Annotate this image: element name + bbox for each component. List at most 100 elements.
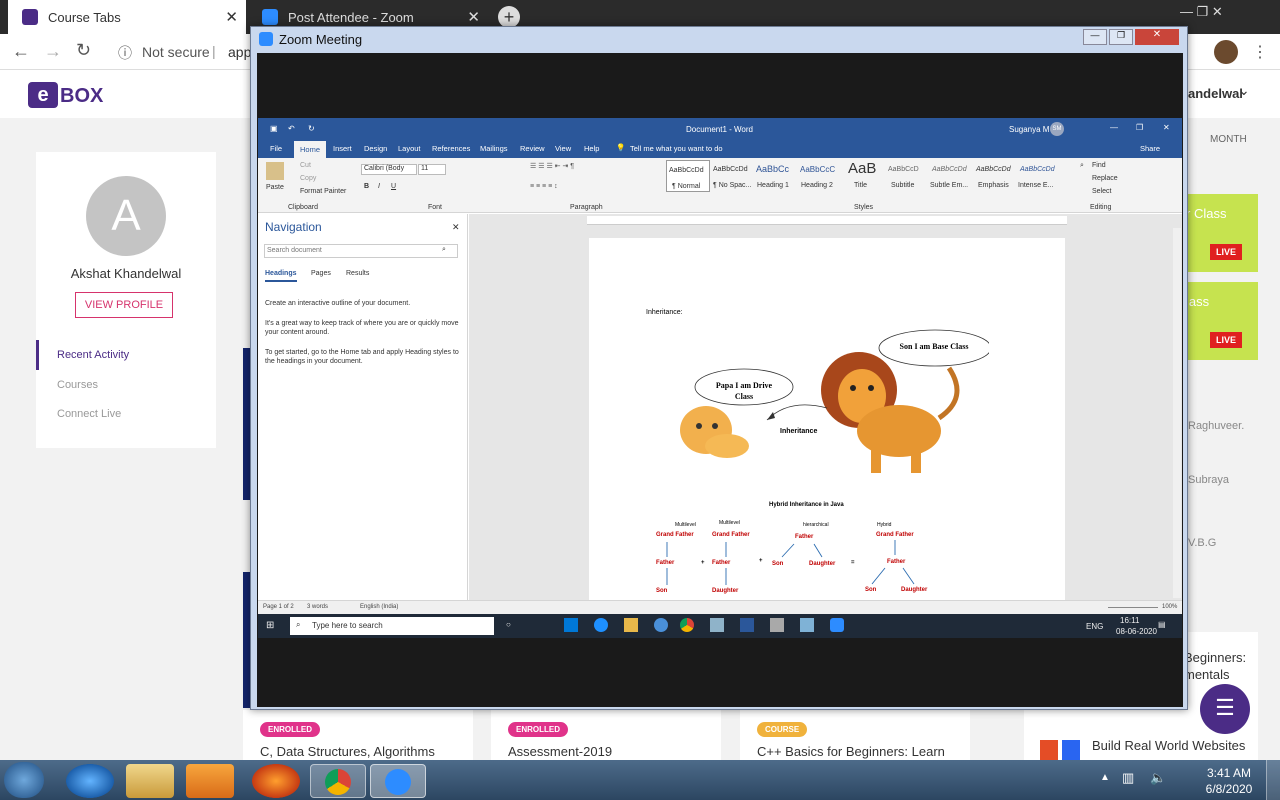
- course-card[interactable]: ENROLLED C, Data Structures, Algorithms: [243, 710, 473, 760]
- reload-icon[interactable]: ↻: [76, 40, 91, 61]
- style-normal[interactable]: AaBbCcDd ¶ Normal: [666, 160, 710, 192]
- search-icon[interactable]: ⌕: [442, 246, 446, 254]
- minimize-icon[interactable]: —: [1083, 29, 1107, 45]
- user-menu[interactable]: andelwal: [1188, 86, 1243, 101]
- format-painter-button[interactable]: Format Painter: [300, 188, 346, 195]
- tab-insert[interactable]: Insert: [333, 144, 352, 153]
- close-icon[interactable]: ✕: [1163, 123, 1170, 132]
- clock-date[interactable]: 6/8/2020: [1198, 782, 1260, 796]
- minimize-icon[interactable]: —: [1110, 123, 1118, 132]
- list-buttons[interactable]: ☰ ☰ ☰ ⇤ ⇥ ¶: [530, 162, 652, 174]
- clock-time[interactable]: 3:41 AM: [1198, 766, 1260, 780]
- restore-icon[interactable]: ❐: [1136, 123, 1143, 132]
- month-tab[interactable]: MONTH: [1188, 134, 1247, 145]
- underline-button[interactable]: U: [391, 183, 396, 190]
- tell-me-search[interactable]: Tell me what you want to do: [630, 144, 723, 153]
- volume-icon[interactable]: 🔈: [1150, 770, 1166, 786]
- style-subtle-emphasis[interactable]: AaBbCcDd Subtle Em...: [930, 160, 974, 192]
- tab-results[interactable]: Results: [346, 270, 369, 277]
- ebox-logo-icon[interactable]: e: [28, 82, 58, 108]
- maximize-icon[interactable]: ❐: [1109, 29, 1133, 45]
- windows-start-icon[interactable]: [4, 762, 44, 798]
- back-icon[interactable]: ←: [12, 41, 30, 62]
- tab-pages[interactable]: Pages: [311, 270, 331, 277]
- live-class-card[interactable]: r Class LIVE: [1180, 194, 1258, 272]
- tray-expand-icon[interactable]: ▲: [1100, 772, 1110, 783]
- live-class-card[interactable]: lass LIVE: [1180, 282, 1258, 360]
- fab-menu-icon[interactable]: ☰: [1200, 684, 1250, 734]
- nav-courses[interactable]: Courses: [57, 379, 98, 391]
- italic-button[interactable]: I: [378, 183, 380, 190]
- search-document-input[interactable]: Search document: [264, 244, 458, 258]
- style-heading-1[interactable]: AaBbCc Heading 1: [754, 160, 798, 192]
- document-page[interactable]: Inheritance: Son I am Base Class Papa I …: [589, 238, 1065, 618]
- browser-tab-course-tabs[interactable]: Course Tabs ✕: [8, 0, 246, 34]
- clock-date[interactable]: 08-06-2020: [1116, 627, 1157, 636]
- style-heading-2[interactable]: AaBbCcC Heading 2: [798, 160, 842, 192]
- tab-references[interactable]: References: [432, 144, 470, 153]
- info-icon[interactable]: ⓘ: [118, 43, 132, 63]
- tab-mailings[interactable]: Mailings: [480, 144, 508, 153]
- windows-start-icon[interactable]: ⊞: [266, 620, 274, 631]
- show-desktop-button[interactable]: [1266, 760, 1280, 800]
- style-subtitle[interactable]: AaBbCcD Subtitle: [886, 160, 930, 192]
- vertical-scrollbar[interactable]: [1173, 228, 1181, 598]
- alignment-buttons[interactable]: ≡ ≡ ≡ ≡ ↕: [530, 183, 652, 195]
- tab-review[interactable]: Review: [520, 144, 545, 153]
- undo-icon[interactable]: ↶: [288, 124, 295, 133]
- tab-layout[interactable]: Layout: [398, 144, 421, 153]
- nav-recent-activity[interactable]: Recent Activity: [57, 349, 129, 361]
- zoom-icon[interactable]: [830, 618, 844, 632]
- tab-view[interactable]: View: [555, 144, 571, 153]
- course-card[interactable]: ENROLLED Assessment-2019: [491, 710, 721, 760]
- close-icon[interactable]: ✕: [1135, 29, 1179, 45]
- copy-button[interactable]: Copy: [300, 175, 316, 182]
- notifications-icon[interactable]: ▤: [1158, 620, 1166, 629]
- save-icon[interactable]: ▣: [270, 124, 278, 133]
- find-icon[interactable]: ⌕: [1080, 162, 1084, 170]
- firefox-icon[interactable]: [252, 764, 300, 798]
- replace-button[interactable]: Replace: [1092, 175, 1118, 182]
- app-icon[interactable]: [654, 618, 668, 632]
- window-controls[interactable]: — ❐ ✕: [1180, 4, 1280, 26]
- style-no-spacing[interactable]: AaBbCcDd ¶ No Spac...: [710, 160, 754, 192]
- internet-explorer-icon[interactable]: [66, 764, 114, 798]
- mail-icon[interactable]: [564, 618, 578, 632]
- input-language[interactable]: ENG: [1086, 622, 1103, 631]
- file-explorer-icon[interactable]: [624, 618, 638, 632]
- select-button[interactable]: Select: [1092, 188, 1111, 195]
- tab-design[interactable]: Design: [364, 144, 387, 153]
- tab-home[interactable]: Home: [294, 141, 326, 158]
- language[interactable]: English (India): [360, 604, 398, 610]
- tab-file[interactable]: File: [270, 144, 282, 153]
- profile-avatar[interactable]: [1214, 40, 1238, 64]
- menu-icon[interactable]: ⋮: [1252, 42, 1268, 62]
- zoom-taskbar-button[interactable]: [370, 764, 426, 798]
- tab-help[interactable]: Help: [584, 144, 599, 153]
- share-button[interactable]: Share: [1140, 144, 1160, 153]
- font-size-dropdown[interactable]: 11: [418, 164, 446, 175]
- network-icon[interactable]: ▥: [1122, 770, 1134, 786]
- course-card[interactable]: COURSE C++ Basics for Beginners: Learn: [740, 710, 970, 760]
- close-icon[interactable]: ✕: [452, 222, 460, 233]
- view-profile-button[interactable]: VIEW PROFILE: [75, 292, 173, 318]
- font-name-dropdown[interactable]: Calibri (Body: [361, 164, 417, 175]
- zoom-slider[interactable]: [1108, 607, 1158, 608]
- style-intense-emphasis[interactable]: AaBbCcDd Intense E...: [1018, 160, 1060, 192]
- windows-search-box[interactable]: Type here to search: [290, 617, 494, 635]
- edge-icon[interactable]: [594, 618, 608, 632]
- tab-headings[interactable]: Headings: [265, 270, 297, 282]
- find-button[interactable]: Find: [1092, 162, 1106, 169]
- clock-time[interactable]: 16:11: [1120, 616, 1139, 625]
- new-tab-icon[interactable]: +: [498, 6, 520, 28]
- app-icon[interactable]: [800, 618, 814, 632]
- forward-icon[interactable]: →: [44, 41, 62, 62]
- paste-icon[interactable]: [266, 162, 284, 180]
- cut-button[interactable]: Cut: [300, 162, 311, 169]
- user-avatar[interactable]: SM: [1050, 122, 1064, 136]
- zoom-level[interactable]: 100%: [1162, 604, 1177, 610]
- page-count[interactable]: Page 1 of 2: [263, 604, 294, 610]
- redo-icon[interactable]: ↻: [308, 124, 315, 133]
- close-tab-icon[interactable]: ✕: [225, 8, 238, 26]
- media-player-icon[interactable]: [186, 764, 234, 798]
